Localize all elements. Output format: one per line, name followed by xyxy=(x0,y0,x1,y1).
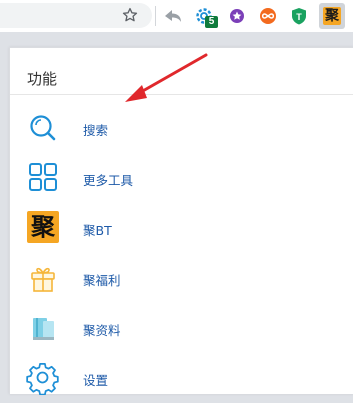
menu-item-label: 搜索 xyxy=(83,123,109,138)
menu-item-ju-welfare[interactable]: 聚福利 xyxy=(10,255,353,303)
menu-item-ju-materials[interactable]: 聚资料 xyxy=(10,305,353,353)
menu-item-more-tools[interactable]: 更多工具 xyxy=(10,155,353,203)
purple-star-extension-icon[interactable] xyxy=(226,5,248,27)
svg-text:T: T xyxy=(296,12,302,22)
menu-item-label: 设置 xyxy=(83,373,109,388)
toolbar-divider xyxy=(155,6,156,26)
browser-toolbar: 5 T 聚 xyxy=(0,0,353,32)
infinity-extension-icon[interactable] xyxy=(257,5,279,27)
back-arrow-extension-icon[interactable] xyxy=(162,5,184,27)
ju-logo-icon: 聚 xyxy=(27,211,59,243)
extension-badge: 5 xyxy=(205,16,218,28)
gift-icon xyxy=(26,261,60,295)
menu-item-ju-bt[interactable]: 聚 聚BT xyxy=(10,205,353,253)
gear-icon xyxy=(26,361,60,395)
menu-item-label: 聚资料 xyxy=(83,323,121,338)
annotation-arrow-icon xyxy=(125,53,208,102)
search-icon xyxy=(26,111,60,145)
books-icon xyxy=(26,311,60,345)
ju-extension-button[interactable]: 聚 xyxy=(319,3,345,29)
menu-item-settings[interactable]: 设置 xyxy=(10,355,353,403)
green-shield-extension-icon[interactable]: T xyxy=(288,5,310,27)
menu-item-label: 聚BT xyxy=(83,223,112,238)
menu-item-label: 更多工具 xyxy=(83,173,134,188)
ju-extension-icon: 聚 xyxy=(323,7,341,25)
grid-icon xyxy=(26,161,60,195)
menu-item-search[interactable]: 搜索 xyxy=(10,105,353,153)
section-title: 功能 xyxy=(27,70,58,88)
menu-item-label: 聚福利 xyxy=(83,273,121,288)
bookmark-star-icon[interactable] xyxy=(121,6,139,24)
